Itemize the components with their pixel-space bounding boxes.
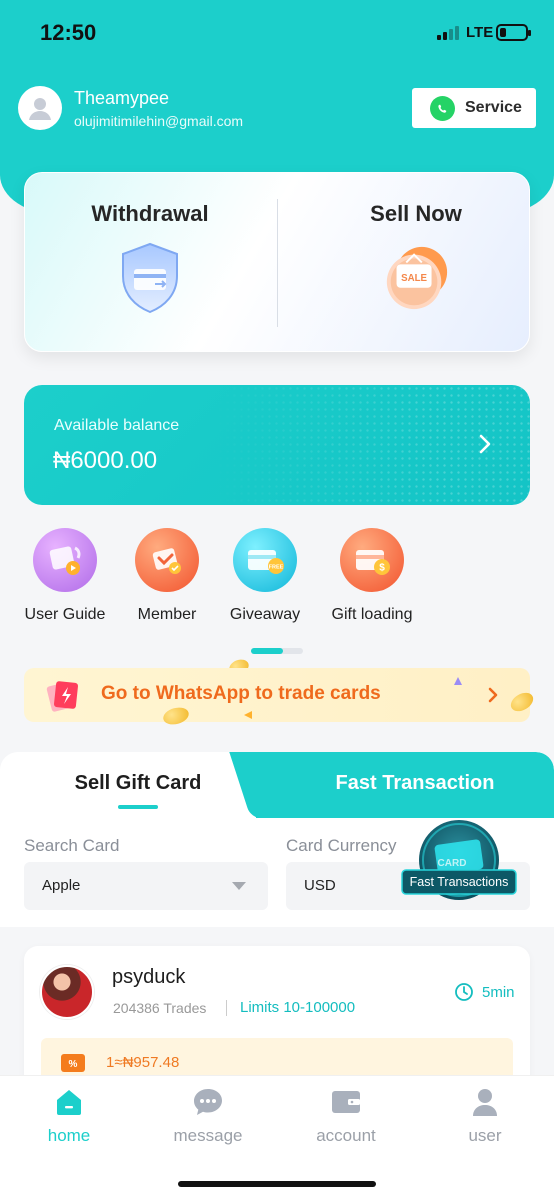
avatar[interactable] [18,86,62,130]
shield-card-icon [115,241,185,315]
divider [226,1000,227,1016]
profile-email: olujimitimilehin@gmail.com [74,113,244,129]
chevron-down-icon [232,882,246,890]
nav-label: user [468,1126,502,1145]
pager-active-dot [251,648,283,654]
message-icon [192,1086,224,1118]
fast-transactions-label: Fast Transactions [409,875,509,889]
trader-trades: 204386 Trades [113,1000,207,1016]
tab-fast-transaction[interactable]: Fast Transaction [276,772,554,795]
quick-link-label: Member [137,606,197,623]
status-bar: 12:50 LTE [0,0,554,64]
nav-home[interactable]: home [9,1086,129,1146]
card-icon: CARD [401,820,517,900]
trader-name: psyduck [112,966,186,988]
trader-avatar [40,965,94,1019]
withdrawal-action[interactable]: Withdrawal [50,201,250,315]
quick-link-label: User Guide [24,606,106,623]
balance-card[interactable]: Available balance ₦6000.00 [24,385,530,505]
battery-icon [496,24,531,41]
wallet-icon [330,1086,362,1118]
user-placeholder-icon [29,98,51,120]
nav-label: account [316,1126,376,1145]
member-badge-icon [135,528,199,592]
triangle-decoration [244,711,252,719]
quick-link-member[interactable]: Member [112,528,222,624]
quick-link-giveaway[interactable]: FREE Giveaway [210,528,320,624]
service-button[interactable]: Service [412,88,536,128]
nav-user[interactable]: user [425,1086,545,1146]
carousel-pager [251,648,303,654]
balance-label: Available balance [54,417,180,434]
card-currency-value: USD [304,877,336,894]
quick-link-label: Gift loading [331,606,413,623]
response-time-value: 5min [482,983,515,1001]
profile-name: Theamypee [74,88,170,108]
search-card-value: Apple [42,877,81,894]
exchange-rate: 1≈₦957.48 [106,1054,180,1071]
svg-text:%: % [69,1059,78,1070]
video-guide-icon [33,528,97,592]
home-icon [53,1086,85,1118]
quick-link-gift-loading[interactable]: $ Gift loading [317,528,427,624]
free-badge-text: FREE [269,565,284,571]
fast-transactions-badge[interactable]: CARD Fast Transactions [400,820,518,904]
signal-icon [437,26,459,40]
network-label: LTE [466,24,494,41]
nav-label: home [47,1126,91,1145]
tab-sell-gift-card[interactable]: Sell Gift Card [0,772,276,795]
search-card-select[interactable]: Apple [24,862,268,910]
free-card-icon: FREE [233,528,297,592]
search-card-label: Search Card [24,836,120,855]
sell-now-label: Sell Now [370,201,462,226]
action-divider [277,199,278,327]
sale-tag-icon: SALE [381,241,451,315]
trader-response-time: 5min [454,982,515,1002]
coupon-icon: % [61,1054,85,1072]
chevron-right-icon [479,434,491,454]
whatsapp-icon [430,95,455,121]
card-currency-label: Card Currency [286,836,397,855]
sell-now-action[interactable]: Sell Now SALE [316,201,516,315]
action-card: Withdrawal Sell Now SALE [24,172,530,352]
service-label: Service [465,99,522,116]
status-time: 12:50 [40,20,97,45]
sale-badge-text: SALE [401,273,427,284]
quick-link-user-guide[interactable]: User Guide [10,528,120,624]
triangle-decoration [454,677,462,685]
balance-value: ₦6000.00 [53,447,158,474]
flash-card-icon [46,681,79,712]
whatsapp-banner-text: Go to WhatsApp to trade cards [101,683,381,704]
withdrawal-label: Withdrawal [91,201,209,226]
chevron-right-icon [488,687,498,703]
nav-label: message [173,1126,243,1145]
clock-icon [455,983,473,1001]
home-indicator [178,1181,376,1187]
quick-link-label: Giveaway [229,606,301,623]
nav-message[interactable]: message [148,1086,268,1146]
card-icon-text: CARD [438,858,467,869]
user-icon [469,1086,501,1118]
trader-limits: Limits 10-100000 [240,999,356,1016]
svg-text:$: $ [379,563,385,574]
tab-active-indicator [118,805,158,809]
nav-account[interactable]: account [286,1086,406,1146]
gift-card-dollar-icon: $ [340,528,404,592]
